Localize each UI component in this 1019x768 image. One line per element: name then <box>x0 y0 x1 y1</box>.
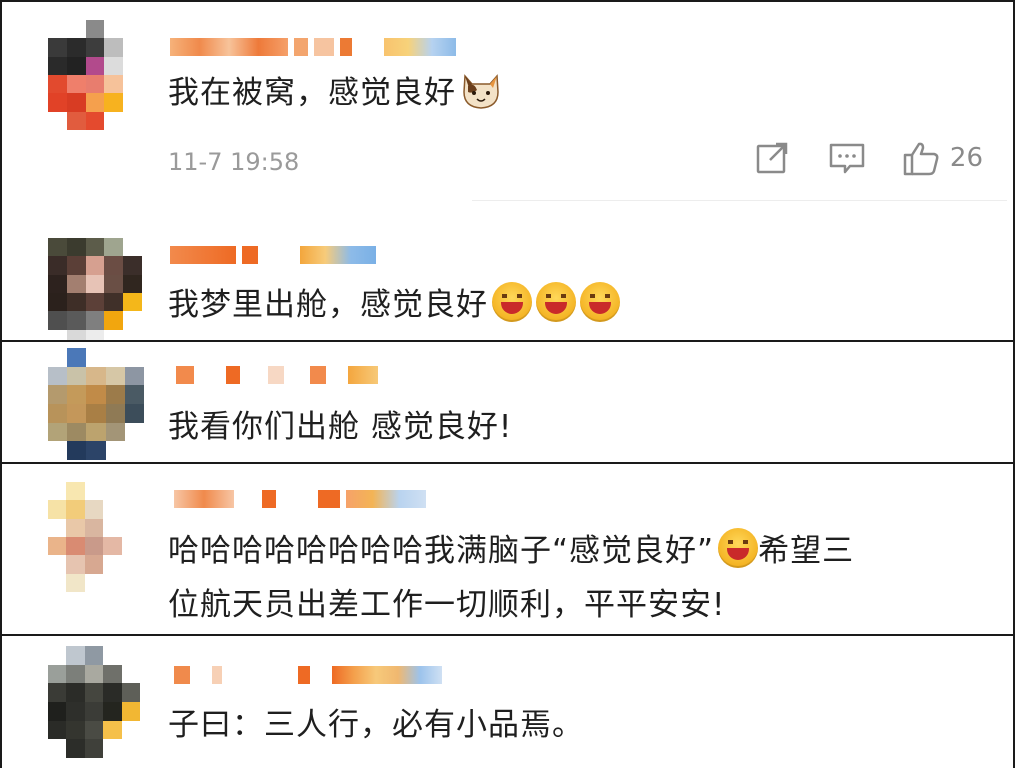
comment-text: 子曰：三人行，必有小品焉。 <box>168 707 584 743</box>
comment-panel-1: 我在被窝，感觉良好 11-7 19:58 26 我梦里出舱，感觉良好 <box>0 0 1015 342</box>
comment-text: 我梦里出舱，感觉良好 <box>168 278 620 332</box>
avatar[interactable] <box>48 238 142 340</box>
like-count: 26 <box>949 143 983 173</box>
share-icon[interactable] <box>754 140 792 176</box>
comment-timestamp: 11-7 19:58 <box>168 148 300 176</box>
username-redacted[interactable] <box>174 488 426 510</box>
comment-item: 哈哈哈哈哈哈哈哈我满脑子“感觉良好” 希望三 位航天员出差工作一切顺利，平平安安! <box>2 464 1013 634</box>
comment-item: 我在被窝，感觉良好 11-7 19:58 26 <box>2 2 1013 202</box>
avatar[interactable] <box>48 20 142 130</box>
username-redacted[interactable] <box>176 364 378 386</box>
comment-item: 我看你们出舱 感觉良好! <box>2 342 1013 462</box>
divider <box>472 200 1007 201</box>
thumbs-up-icon <box>903 142 939 176</box>
username-redacted[interactable] <box>174 664 442 686</box>
username-redacted[interactable] <box>170 36 456 58</box>
comment-text: 我看你们出舱 感觉良好! <box>168 409 513 445</box>
avatar[interactable] <box>48 482 140 592</box>
avatar[interactable] <box>48 646 140 758</box>
comment-icon[interactable] <box>828 140 866 176</box>
comment-text: 哈哈哈哈哈哈哈哈我满脑子“感觉良好” 希望三 位航天员出差工作一切顺利，平平安安! <box>168 524 854 632</box>
comment-item: 我梦里出舱，感觉良好 <box>2 202 1013 340</box>
laughing-emoji <box>580 282 620 322</box>
comment-panel-3: 哈哈哈哈哈哈哈哈我满脑子“感觉良好” 希望三 位航天员出差工作一切顺利，平平安安! <box>0 462 1015 636</box>
avatar[interactable] <box>48 348 144 460</box>
laughing-emoji <box>492 282 532 322</box>
cat-emoji <box>463 74 499 109</box>
laughing-emoji <box>718 528 759 568</box>
like-button[interactable]: 26 <box>902 140 983 176</box>
username-redacted[interactable] <box>170 244 376 266</box>
comment-text: 我在被窝，感觉良好 <box>168 66 502 120</box>
comment-panel-4: 子曰：三人行，必有小品焉。 <box>0 634 1015 768</box>
comment-item: 子曰：三人行，必有小品焉。 <box>2 636 1013 768</box>
comment-panel-2: 我看你们出舱 感觉良好! <box>0 340 1015 464</box>
comment-actions: 26 <box>754 140 983 176</box>
laughing-emoji <box>536 282 576 322</box>
